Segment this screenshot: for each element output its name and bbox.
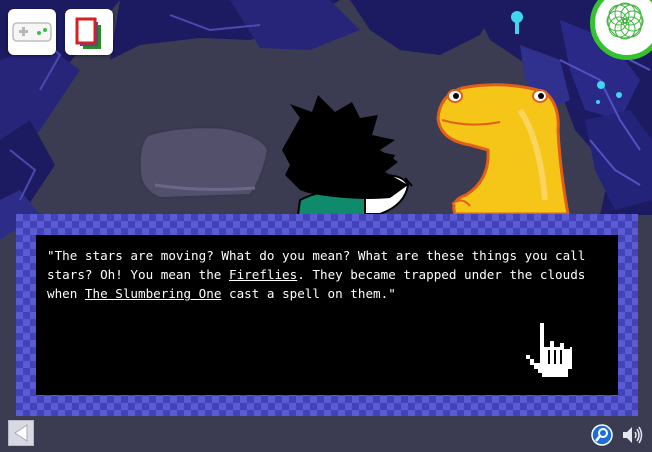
dialog-box: "The stars are moving? What do you mean?… — [16, 214, 638, 416]
back-arrow-icon — [14, 424, 28, 442]
spirograph-button[interactable] — [590, 0, 652, 60]
gamepad-button[interactable] — [8, 9, 56, 55]
speaker-icon — [623, 426, 643, 444]
pages-button[interactable] — [65, 9, 113, 55]
fireflies-link[interactable]: Fireflies — [229, 267, 297, 282]
back-button[interactable] — [8, 420, 34, 446]
game-stage: "The stars are moving? What do you mean?… — [0, 0, 652, 452]
magnifier-icon — [591, 424, 613, 446]
sound-button[interactable] — [621, 424, 645, 451]
gamepad-icon — [12, 22, 52, 42]
dialog-panel[interactable]: "The stars are moving? What do you mean?… — [36, 235, 618, 395]
dialog-text-segment: cast a spell on them." — [221, 286, 396, 301]
pages-icon — [75, 17, 101, 49]
zoom-button[interactable] — [590, 423, 614, 452]
slumbering-one-link[interactable]: The Slumbering One — [85, 286, 221, 301]
dialog-text: "The stars are moving? What do you mean?… — [47, 246, 611, 303]
cave-rock — [138, 126, 270, 200]
spirograph-icon — [606, 2, 644, 40]
hand-cursor-icon — [524, 321, 574, 379]
